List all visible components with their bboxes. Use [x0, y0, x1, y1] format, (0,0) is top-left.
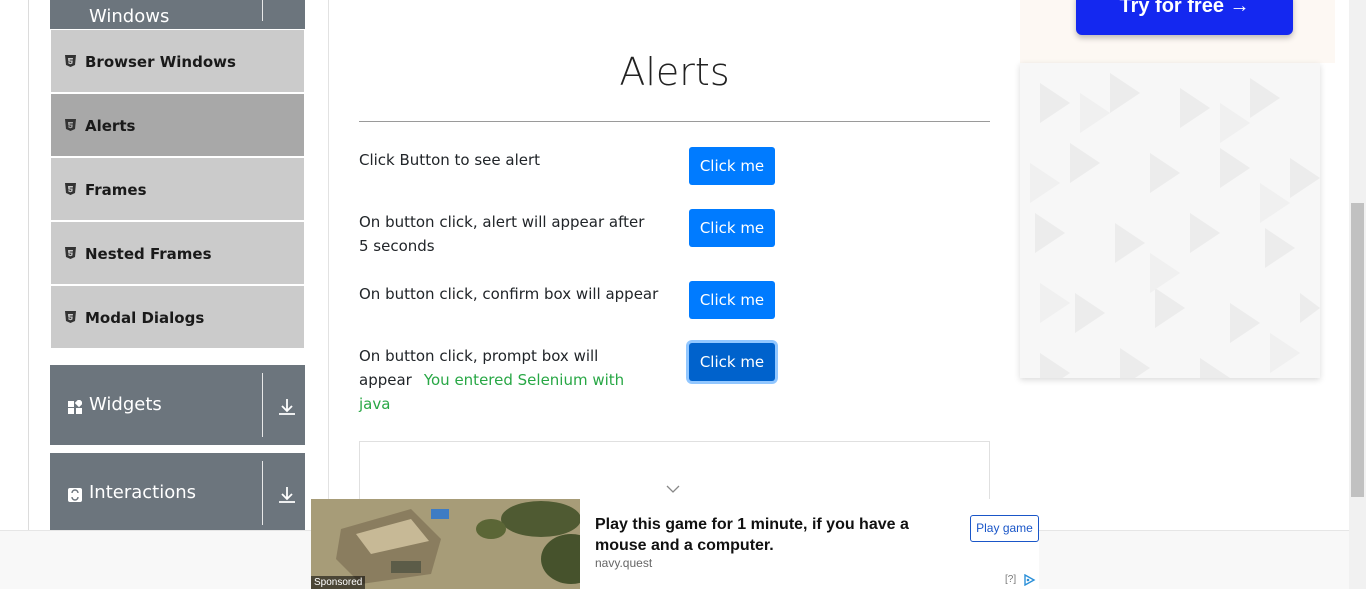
html5-icon: [65, 247, 76, 259]
group-separator: [262, 461, 263, 525]
sidebar-item-browser-windows[interactable]: Browser Windows: [51, 30, 304, 92]
confirm-row-label: On button click, confirm box will appear: [359, 285, 659, 303]
prompt-row-label: On button click, prompt box will appear Y…: [359, 344, 659, 416]
chevron-down-icon[interactable]: [666, 485, 680, 494]
group-title: Windows: [89, 6, 170, 27]
group-header-alerts-frame-windows[interactable]: Windows: [50, 0, 305, 29]
bottom-ad[interactable]: Sponsored Play this game for 1 minute, i…: [311, 499, 1039, 589]
adchoices-icon[interactable]: [1023, 574, 1036, 586]
sidebar-item-label: Browser Windows: [85, 53, 236, 71]
group-title: Widgets: [89, 394, 162, 415]
sidebar-item-label: Alerts: [85, 117, 136, 135]
sidebar-item-label: Nested Frames: [85, 245, 212, 263]
group-header-interactions[interactable]: Interactions: [50, 453, 305, 530]
timer-alert-button[interactable]: Click me: [689, 209, 775, 247]
download-arrow-icon[interactable]: [278, 486, 296, 504]
sidebar-item-label: Frames: [85, 181, 147, 199]
sidebar-item-frames[interactable]: Frames: [51, 158, 304, 220]
sidebar-item-nested-frames[interactable]: Nested Frames: [51, 222, 304, 284]
ad-help-link[interactable]: [?]: [1005, 574, 1016, 585]
scrollbar-thumb[interactable]: [1351, 203, 1364, 497]
side-ad-pattern: [1020, 63, 1320, 378]
sidebar-item-modal-dialogs[interactable]: Modal Dialogs: [51, 286, 304, 348]
alert-row-label: Click Button to see alert: [359, 151, 541, 169]
ad-domain: navy.quest: [595, 556, 653, 570]
widgets-icon: [68, 400, 82, 414]
left-divider: [28, 0, 29, 530]
page: Windows Browser Windows Alerts Frames Ne…: [0, 0, 1366, 589]
timer-alert-row-label: On button click, alert will appear after…: [359, 213, 645, 255]
play-game-button[interactable]: Play game: [970, 515, 1039, 542]
confirm-button[interactable]: Click me: [689, 281, 775, 319]
group-separator: [262, 0, 263, 21]
title-divider: [359, 121, 990, 122]
ad-headline[interactable]: Play this game for 1 minute, if you have…: [595, 514, 945, 556]
prompt-button[interactable]: Click me: [689, 343, 775, 381]
group-title: Interactions: [89, 482, 197, 503]
sidebar-divider: [328, 0, 329, 530]
ad-image[interactable]: Sponsored: [311, 499, 580, 589]
try-for-free-button[interactable]: Try for free →: [1076, 0, 1293, 35]
sidebar-item-label: Modal Dialogs: [85, 309, 205, 327]
download-arrow-icon[interactable]: [278, 398, 296, 416]
html5-icon: [65, 311, 76, 323]
group-separator: [262, 373, 263, 437]
page-title: Alerts: [619, 50, 730, 94]
sponsored-label: Sponsored: [311, 576, 366, 589]
html5-icon: [65, 119, 76, 131]
html5-icon: [65, 183, 76, 195]
triangle-pattern-icon: [1030, 73, 1320, 378]
html5-icon: [65, 55, 76, 67]
sidebar-item-alerts[interactable]: Alerts: [51, 94, 304, 156]
group-header-widgets[interactable]: Widgets: [50, 365, 305, 445]
interactions-icon: [68, 488, 82, 502]
alert-button[interactable]: Click me: [689, 147, 775, 185]
